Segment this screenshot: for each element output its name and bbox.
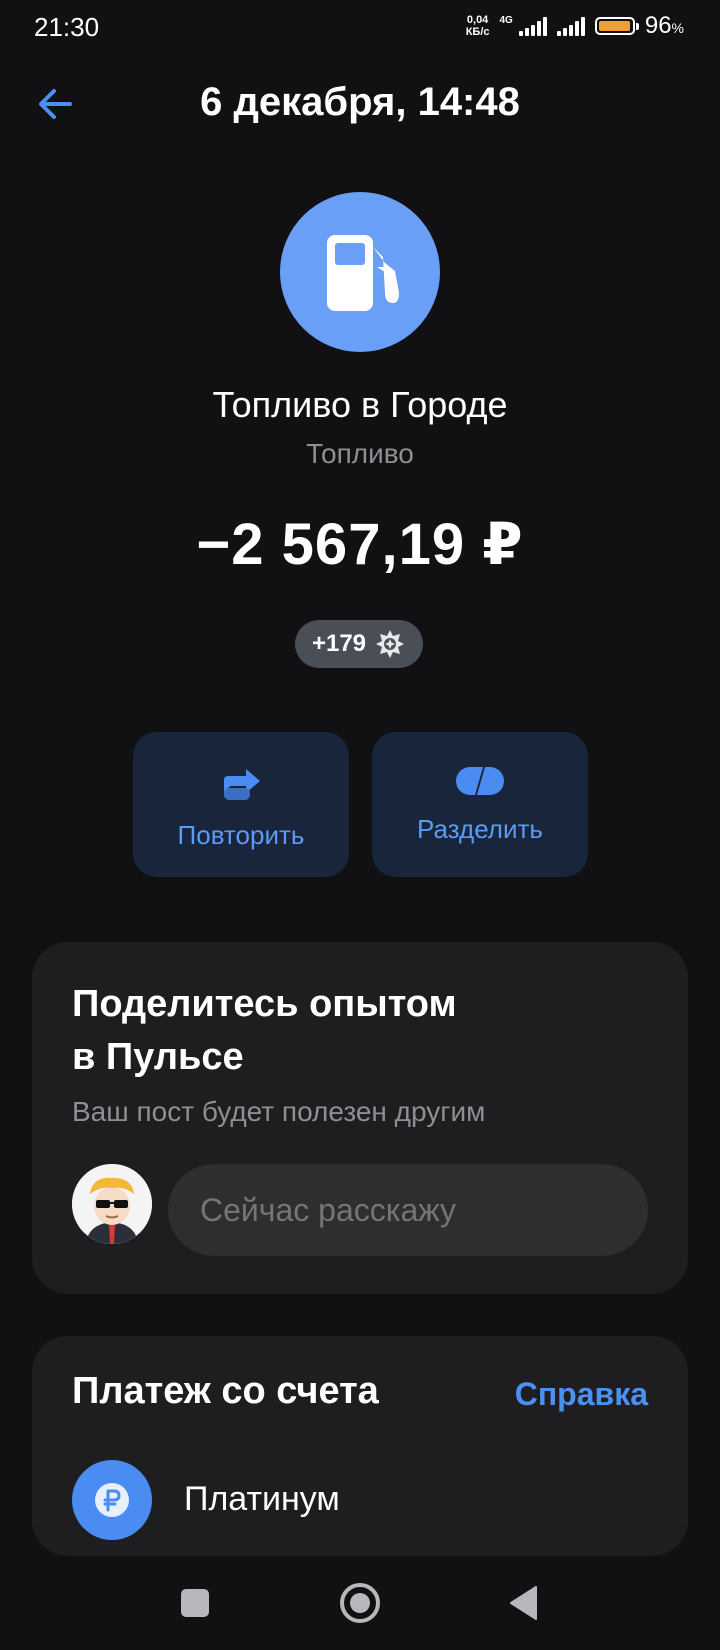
battery-icon xyxy=(594,17,639,35)
system-nav-bar xyxy=(0,1556,720,1650)
split-button[interactable]: Разделить xyxy=(372,732,588,877)
ruble-icon xyxy=(95,1483,129,1517)
repeat-label: Повторить xyxy=(177,820,305,850)
nav-home-button[interactable] xyxy=(330,1578,390,1628)
page-title: 6 декабря, 14:48 xyxy=(200,80,520,124)
bonus-value: +179 xyxy=(311,630,367,657)
battery-level xyxy=(598,21,630,31)
signal-icon xyxy=(518,16,547,36)
help-link[interactable]: Справка xyxy=(515,1376,648,1413)
pulse-title-line1: Поделитесь опытом xyxy=(72,983,457,1025)
status-time: 21:30 xyxy=(34,12,100,42)
pulse-title: Поделитесь опытом в Пульсе xyxy=(72,978,457,1084)
circle-home-icon xyxy=(340,1583,380,1623)
pulse-post-input[interactable] xyxy=(168,1164,648,1256)
network-type: 4G xyxy=(499,14,513,26)
split-label: Разделить xyxy=(417,814,543,844)
account-icon xyxy=(72,1460,152,1540)
status-bar: 21:30 0,04 КБ/с 4G 96% xyxy=(0,0,720,56)
payment-title: Платеж со счета xyxy=(72,1370,379,1412)
repeat-arrow-icon xyxy=(224,769,260,800)
merchant-logo xyxy=(280,192,440,352)
signal-icon-2 xyxy=(556,16,585,36)
avatar[interactable] xyxy=(72,1164,152,1244)
square-icon xyxy=(181,1589,209,1617)
repeat-button[interactable]: Повторить xyxy=(133,732,349,877)
nav-back-button[interactable] xyxy=(494,1578,554,1628)
bonus-badge[interactable]: +179 xyxy=(295,620,423,668)
network-speed: 0,04 КБ/с xyxy=(466,14,490,38)
battery-percent: 96% xyxy=(644,12,684,39)
fuel-pump-icon xyxy=(327,235,399,311)
split-icon xyxy=(456,767,504,795)
triangle-back-icon xyxy=(510,1586,537,1620)
merchant-name: Топливо в Городе xyxy=(212,384,508,425)
bonus-star-icon xyxy=(376,630,405,658)
account-name[interactable]: Платинум xyxy=(184,1480,340,1519)
pulse-subtitle: Ваш пост будет полезен другим xyxy=(72,1096,486,1127)
merchant-category: Топливо xyxy=(306,438,414,469)
transaction-amount: −2 567,19 ₽ xyxy=(196,512,524,577)
pulse-share-card: Поделитесь опытом в Пульсе Ваш пост буде… xyxy=(32,942,688,1294)
user-avatar-icon xyxy=(72,1164,152,1244)
nav-recents-button[interactable] xyxy=(165,1578,225,1628)
network-speed-value: 0,04 xyxy=(466,14,489,26)
payment-source-card: Платеж со счета Справка Платинум xyxy=(32,1336,688,1556)
network-speed-unit: КБ/с xyxy=(465,26,490,38)
pulse-title-line2: в Пульсе xyxy=(72,1036,244,1078)
status-indicators: 0,04 КБ/с 4G 96% xyxy=(466,12,684,40)
